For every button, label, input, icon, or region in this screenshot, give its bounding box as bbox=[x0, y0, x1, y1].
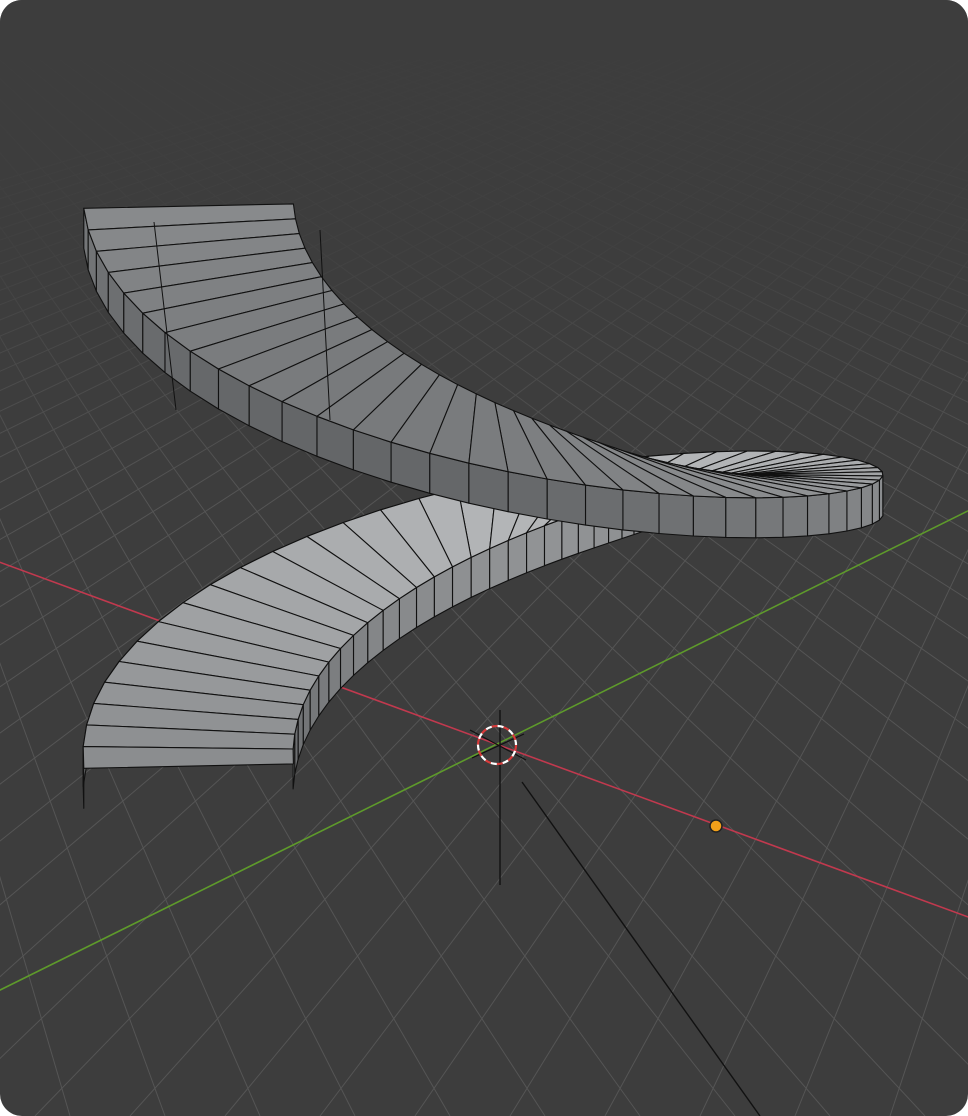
object-origin-icon[interactable] bbox=[709, 819, 723, 833]
3d-viewport[interactable] bbox=[0, 0, 968, 1116]
viewport-scene[interactable] bbox=[0, 0, 968, 1116]
